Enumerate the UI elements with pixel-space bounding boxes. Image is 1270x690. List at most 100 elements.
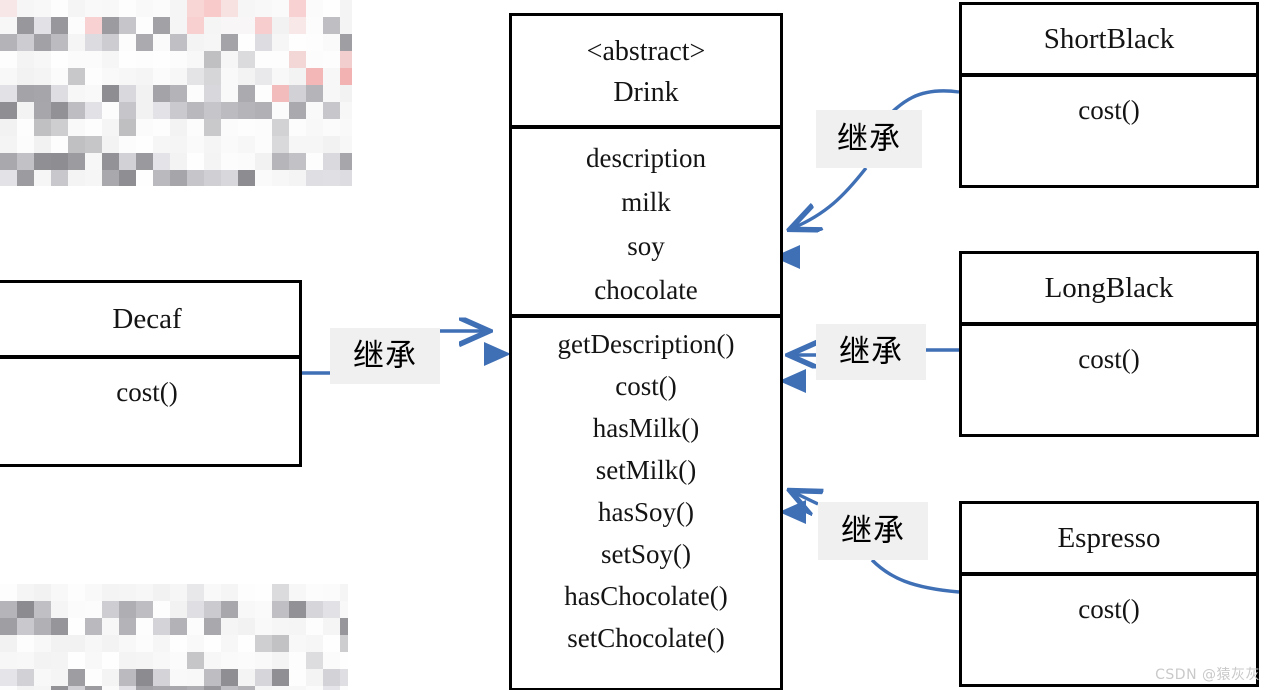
mosaic-block (119, 119, 136, 136)
mosaic-block (85, 652, 102, 669)
mosaic-block (187, 17, 204, 34)
mosaic-block (102, 153, 119, 170)
class-box-espresso[interactable]: Espresso cost() (959, 501, 1259, 687)
method-item: cost() (615, 371, 677, 401)
mosaic-block (340, 170, 352, 186)
mosaic-block (119, 153, 136, 170)
mosaic-block (0, 0, 17, 17)
mosaic-block (119, 0, 136, 17)
mosaic-block (340, 153, 352, 170)
mosaic-block (102, 652, 119, 669)
mosaic-block (289, 153, 306, 170)
mosaic-block (204, 119, 221, 136)
mosaic-block (119, 34, 136, 51)
mosaic-block (102, 635, 119, 652)
mosaic-block (170, 85, 187, 102)
mosaic-block (306, 686, 323, 690)
mosaic-block (306, 17, 323, 34)
mosaic-block (85, 0, 102, 17)
mosaic-block (289, 102, 306, 119)
mosaic-block (68, 119, 85, 136)
mosaic-block (51, 652, 68, 669)
mosaic-block (34, 85, 51, 102)
mosaic-block (187, 85, 204, 102)
class-name-decaf: Decaf (112, 302, 182, 335)
mosaic-block (204, 17, 221, 34)
mosaic-block (34, 153, 51, 170)
mosaic-block (340, 601, 348, 618)
mosaic-block (187, 635, 204, 652)
mosaic-block (323, 584, 340, 601)
mosaic-block (306, 584, 323, 601)
mosaic-block (34, 136, 51, 153)
mosaic-block (102, 136, 119, 153)
mosaic-block (221, 102, 238, 119)
method-item: setMilk() (595, 455, 697, 485)
mosaic-block (119, 618, 136, 635)
mosaic-block (221, 153, 238, 170)
mosaic-block (85, 686, 102, 690)
mosaic-block (17, 17, 34, 34)
class-methods-shortblack: cost() (962, 73, 1256, 185)
mosaic-block (272, 34, 289, 51)
mosaic-block (323, 85, 340, 102)
censored-region-top-left (0, 0, 352, 186)
mosaic-block (136, 136, 153, 153)
mosaic-block (306, 669, 323, 686)
mosaic-block (153, 153, 170, 170)
mosaic-block (85, 102, 102, 119)
mosaic-block (187, 601, 204, 618)
mosaic-block (17, 652, 34, 669)
class-box-decaf[interactable]: Decaf cost() (0, 280, 302, 467)
class-box-longblack[interactable]: LongBlack cost() (959, 251, 1259, 437)
mosaic-block (17, 34, 34, 51)
mosaic-block (306, 601, 323, 618)
mosaic-block (272, 17, 289, 34)
mosaic-block (136, 618, 153, 635)
mosaic-block (119, 170, 136, 186)
mosaic-block (272, 635, 289, 652)
mosaic-block (170, 635, 187, 652)
class-box-shortblack[interactable]: ShortBlack cost() (959, 2, 1259, 188)
mosaic-block (255, 686, 272, 690)
mosaic-block (102, 669, 119, 686)
mosaic-block (0, 136, 17, 153)
mosaic-block (136, 119, 153, 136)
mosaic-block (136, 686, 153, 690)
annotation-inheritance-decaf: 继承 (330, 328, 440, 384)
mosaic-block (238, 0, 255, 17)
mosaic-block (255, 618, 272, 635)
mosaic-block (34, 584, 51, 601)
mosaic-block (187, 652, 204, 669)
mosaic-block (170, 34, 187, 51)
mosaic-block (119, 68, 136, 85)
mosaic-block (102, 584, 119, 601)
mosaic-block (204, 601, 221, 618)
mosaic-block (238, 153, 255, 170)
mosaic-block (34, 652, 51, 669)
mosaic-block (255, 51, 272, 68)
mosaic-block (289, 669, 306, 686)
connector-shortblack-arrow (793, 166, 868, 228)
method-item: setSoy() (601, 539, 691, 569)
class-header-longblack: LongBlack (962, 254, 1256, 322)
mosaic-block (221, 686, 238, 690)
mosaic-block (323, 0, 340, 17)
class-name-longblack: LongBlack (1044, 271, 1174, 304)
class-methods-drink: getDescription() cost() hasMilk() setMil… (512, 314, 780, 688)
mosaic-block (153, 34, 170, 51)
mosaic-block (289, 51, 306, 68)
mosaic-block (136, 85, 153, 102)
mosaic-block (272, 584, 289, 601)
method-item: hasSoy() (598, 497, 694, 527)
mosaic-block (119, 686, 136, 690)
mosaic-block (119, 51, 136, 68)
class-box-drink[interactable]: <abstract> Drink description milk soy ch… (509, 13, 783, 690)
mosaic-block (204, 51, 221, 68)
mosaic-block (221, 85, 238, 102)
mosaic-block (187, 119, 204, 136)
mosaic-block (340, 68, 352, 85)
mosaic-block (102, 686, 119, 690)
class-header-decaf: Decaf (0, 283, 299, 355)
mosaic-block (306, 68, 323, 85)
